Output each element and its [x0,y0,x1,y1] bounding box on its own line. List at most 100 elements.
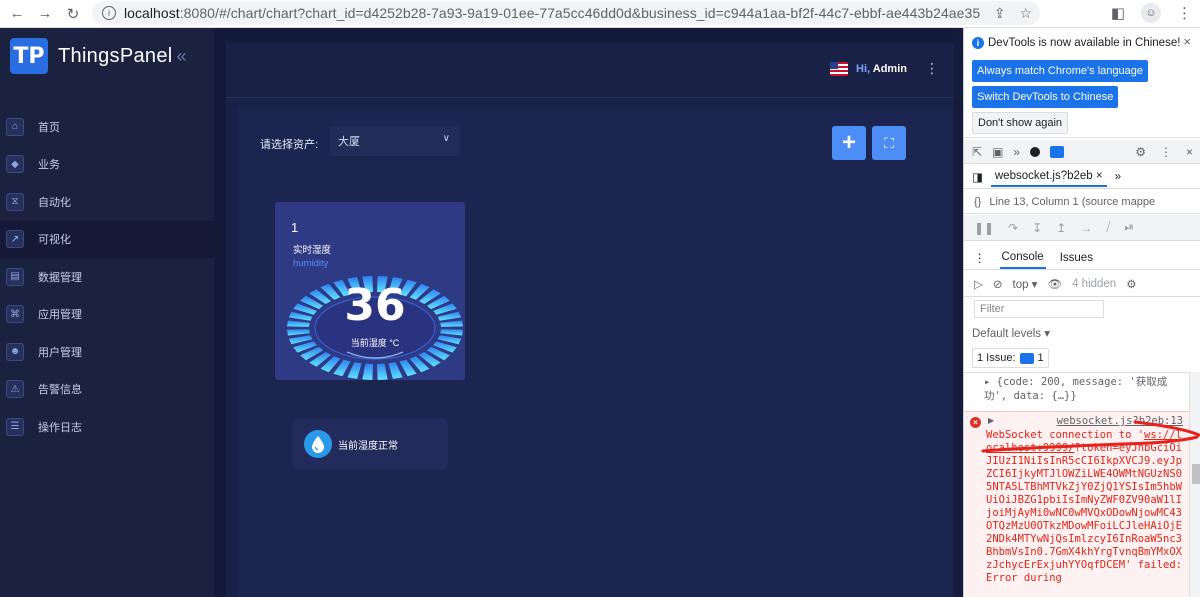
sidebar-item-label: 用户管理 [38,346,82,359]
issues-counter[interactable]: 1 Issue: 1 [972,348,1049,368]
record-icon[interactable] [1030,146,1041,157]
source-location: {} Line 13, Column 1 (source mappe [964,190,1200,214]
toggle-navigator-icon[interactable]: ◨ [972,170,983,184]
error-text: WebSocket connection to 'ws://localhost:… [986,429,1182,584]
thingspanel-logo-icon: TP [10,38,48,74]
asset-select[interactable]: 大厦 ∨ [330,126,460,156]
devtools-menu-icon[interactable]: ⋮ [1160,145,1172,159]
sidebar-menu: ⌂ 首页 ◆ 业务 ⧖ 自动化 ↗ 可视化 ▤ 数据管理 ⌘ 应用管理 ☻ 用户管理 ⚠ 告警信息 ☰ 操作日志 [0,108,214,446]
chrome-menu-icon[interactable]: ⋮ [1177,4,1192,22]
content-area: 请选择资产: 大厦 ∨ + ⛶ 1 实时湿度 humidity 36 当前湿度 … [226,98,963,597]
url-text[interactable]: localhost:8080/#/chart/chart?chart_id=d4… [124,5,980,21]
sidebar-item-3[interactable]: ↗ 可视化 [0,220,214,258]
hidden-count: 4 hidden [1072,277,1117,290]
gauge-segment [347,362,362,379]
sidebar-item-icon: ⌘ [6,305,24,324]
top-header: Hi, Admin ⋮ [226,42,963,98]
step-over-icon[interactable]: ↷ [1008,221,1018,235]
address-bar[interactable]: i localhost:8080/#/chart/chart?chart_id=… [92,1,1040,25]
step-icon[interactable]: → [1080,221,1092,235]
drawer-menu-icon[interactable]: ⋮ [974,251,986,265]
dont-show-again-button[interactable]: Don't show again [972,112,1069,134]
user-greeting[interactable]: Hi, Admin [856,63,907,75]
side-panel-icon[interactable]: ◧ [1111,4,1125,22]
settings-gear-icon[interactable]: ⚙ [1135,145,1146,159]
sidebar-item-2[interactable]: ⧖ 自动化 [0,183,214,221]
sidebar-toggle-icon[interactable]: ▷ [974,277,983,291]
language-notice: i DevTools is now available in Chinese! ×… [964,28,1200,138]
pretty-print-icon[interactable]: {} [974,196,981,208]
chevron-down-icon: ∨ [442,133,450,144]
status-indicator: 当前湿度正常 [292,418,448,470]
log-levels-select[interactable]: Default levels ▾ [972,326,1050,340]
sidebar-item-4[interactable]: ▤ 数据管理 [0,258,214,296]
share-icon[interactable]: ⇪ [994,5,1006,22]
fullscreen-button[interactable]: ⛶ [872,126,906,160]
asset-label: 请选择资产: [260,139,319,151]
profile-icon[interactable]: ☺ [1141,3,1161,23]
source-file-tab[interactable]: websocket.js?b2eb × [990,167,1107,187]
close-devtools-icon[interactable]: × [1186,145,1193,159]
deactivate-breakpoints-icon[interactable]: ⧸ [1106,220,1110,235]
console-toolbar: ▷ ⊘ top ▾ 👁 4 hidden ⚙ [964,271,1200,297]
brand-name: ThingsPanel [58,44,173,67]
step-out-icon[interactable]: ↥ [1056,221,1066,235]
console-filter-input[interactable]: Filter [974,300,1104,318]
gauge-segment [377,363,388,380]
error-message[interactable]: × ▶ websocket.js?b2eb:13 WebSocket conne… [964,411,1189,597]
forward-icon[interactable]: → [34,3,56,25]
sidebar-item-0[interactable]: ⌂ 首页 [0,108,214,146]
sidebar-item-icon: ☻ [6,342,24,361]
header-menu-icon[interactable]: ⋮ [925,60,939,77]
gauge-value: 36 [344,280,406,331]
add-button[interactable]: + [832,126,866,160]
scrollbar-thumb[interactable] [1192,464,1200,484]
sidebar-item-icon: ⧖ [6,192,24,211]
back-icon[interactable]: ← [6,3,28,25]
switch-chinese-button[interactable]: Switch DevTools to Chinese [972,86,1119,108]
context-select[interactable]: top ▾ [1013,277,1038,291]
site-info-icon[interactable]: i [102,6,116,20]
clear-console-icon[interactable]: ⊘ [993,277,1003,291]
tab-issues[interactable]: Issues [1060,252,1093,264]
console-settings-icon[interactable]: ⚙ [1126,277,1136,291]
sidebar-item-label: 业务 [38,159,60,172]
water-drop-icon [304,430,332,458]
sidebar-item-label: 可视化 [38,234,71,247]
issues-chat-icon[interactable] [1050,145,1065,158]
collapse-sidebar-icon[interactable]: « [176,46,186,67]
console-scrollbar[interactable] [1189,372,1200,597]
close-tab-icon[interactable]: × [1096,170,1103,182]
step-into-icon[interactable]: ↧ [1032,221,1042,235]
cursor-position: Line 13, Column 1 (source mappe [989,195,1156,208]
sidebar-item-7[interactable]: ⚠ 告警信息 [0,371,214,409]
device-icon[interactable]: ▣ [992,145,1003,159]
live-expression-icon[interactable]: 👁 [1047,277,1062,291]
error-source-link[interactable]: websocket.js?b2eb:13 [1057,415,1183,427]
notice-text: i DevTools is now available in Chinese! [972,37,1180,49]
tab-console[interactable]: Console [999,247,1046,269]
sidebar-item-8[interactable]: ☰ 操作日志 [0,408,214,446]
pause-on-exceptions-icon[interactable]: ⏯ [1124,220,1134,235]
close-icon[interactable]: × [1183,34,1191,49]
sidebar-item-6[interactable]: ☻ 用户管理 [0,333,214,371]
star-icon[interactable]: ☆ [1019,5,1032,22]
reload-icon[interactable]: ↻ [62,3,84,25]
more-files-icon[interactable]: » [1115,171,1121,183]
sidebar-item-5[interactable]: ⌘ 应用管理 [0,296,214,334]
match-language-button[interactable]: Always match Chrome's language [972,60,1148,82]
drawer-tabs: ⋮ Console Issues [964,246,1200,270]
app-viewport: TP ThingsPanel « ⌂ 首页 ◆ 业务 ⧖ 自动化 ↗ 可视化 ▤ 数据管理 ⌘ 应用管… [0,28,963,597]
humidity-card[interactable]: 1 实时湿度 humidity 36 当前湿度 °C [275,202,465,380]
sidebar-item-icon: ↗ [6,230,24,249]
more-tabs-icon[interactable]: » [1013,145,1020,159]
sidebar-item-icon: ⚠ [6,380,24,399]
expand-arrow-icon[interactable]: ▶ [988,416,994,425]
sidebar-item-1[interactable]: ◆ 业务 [0,146,214,184]
devtools-panel: i DevTools is now available in Chinese! ×… [963,28,1200,597]
pause-icon[interactable]: ❚❚ [974,221,994,235]
log-message[interactable]: ▸ {code: 200, message: '获取成功', data: {…}… [984,375,1184,403]
us-flag-icon[interactable] [830,61,849,76]
page-scrollbar[interactable] [954,28,963,597]
inspect-icon[interactable]: ⇱ [972,145,982,159]
